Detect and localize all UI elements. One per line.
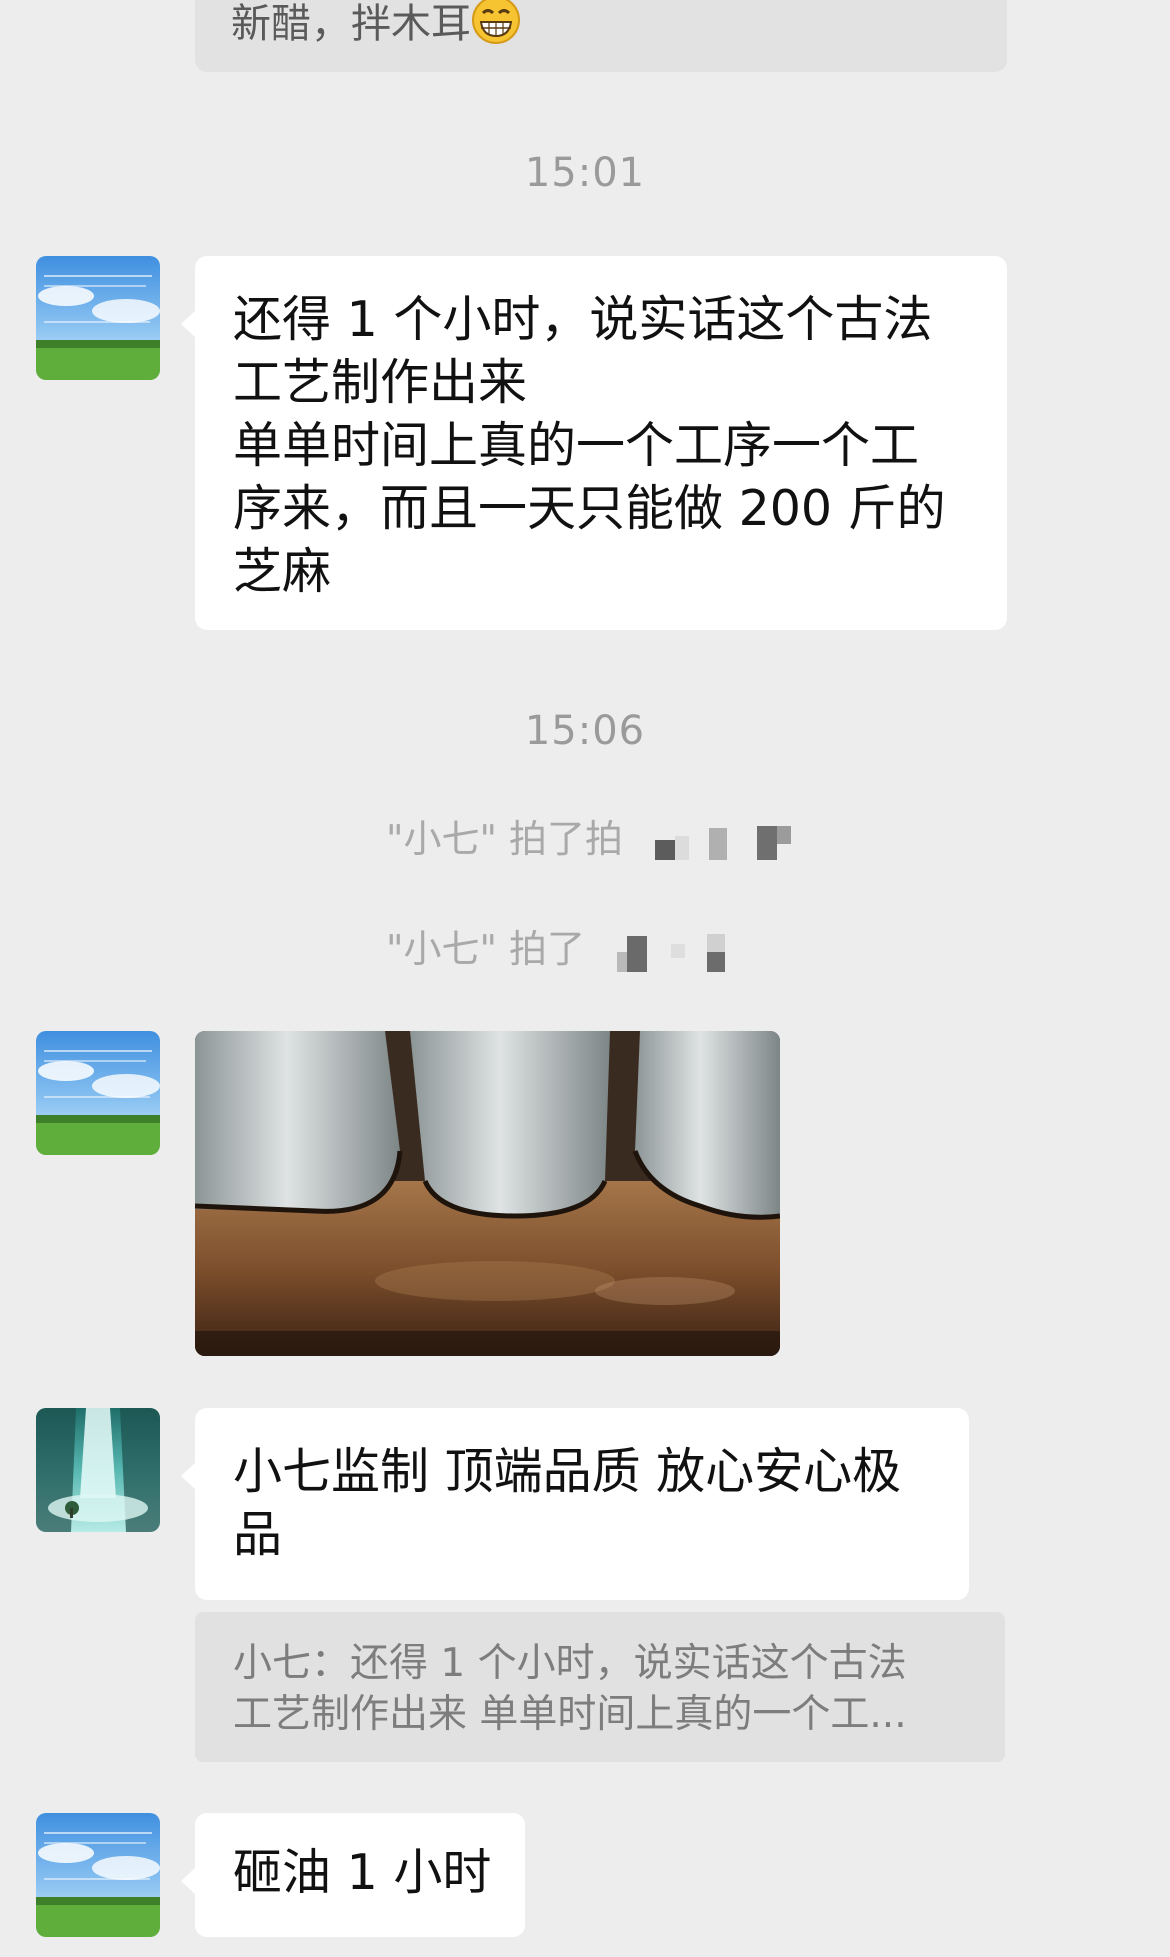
pat-text: "小七" 拍了 bbox=[386, 927, 586, 971]
pat-system-message: "小七" 拍了 bbox=[386, 918, 757, 974]
message-line: 小七监制 顶端品质 放心安心极 bbox=[233, 1443, 902, 1500]
sky-field-avatar-icon[interactable] bbox=[36, 256, 160, 380]
mosaic-blur bbox=[625, 820, 795, 864]
quote-line: 小七：还得 1 个小时，说实话这个古法 bbox=[233, 1641, 907, 1686]
waterfall-avatar-icon[interactable] bbox=[36, 1408, 160, 1532]
timestamp: 15:01 bbox=[524, 150, 646, 196]
message-line: 单单时间上真的一个工序一个工 bbox=[233, 417, 920, 474]
message-line: 芝麻 bbox=[233, 543, 332, 600]
quote-line: 工艺制作出来 单单时间上真的一个工... bbox=[233, 1692, 907, 1737]
message-text: 新醋，拌木耳 bbox=[231, 1, 471, 47]
sesame-oil-pots-photo[interactable] bbox=[195, 1031, 780, 1356]
timestamp: 15:06 bbox=[524, 708, 646, 754]
sky-field-avatar-icon[interactable] bbox=[36, 1031, 160, 1155]
pat-text: "小七" 拍了拍 bbox=[386, 817, 624, 861]
message-bubble[interactable]: 小七监制 顶端品质 放心安心极 品 bbox=[181, 1408, 969, 1600]
message-line: 品 bbox=[233, 1506, 283, 1563]
message-line: 还得 1 个小时，说实话这个古法 bbox=[233, 291, 933, 348]
message-line: 砸油 1 小时 bbox=[233, 1844, 492, 1901]
sky-field-avatar-icon[interactable] bbox=[36, 1813, 160, 1937]
grin-emoji-icon bbox=[471, 0, 521, 45]
message-bubble[interactable]: 还得 1 个小时，说实话这个古法 工艺制作出来 单单时间上真的一个工序一个工 序… bbox=[181, 256, 1007, 630]
pat-system-message: "小七" 拍了拍 bbox=[386, 808, 795, 864]
quoted-message[interactable]: 小七：还得 1 个小时，说实话这个古法 工艺制作出来 单单时间上真的一个工... bbox=[195, 1612, 1005, 1762]
message-bubble[interactable]: 砸油 1 小时 bbox=[181, 1813, 525, 1937]
message-bubble-partial[interactable]: 新醋，拌木耳 bbox=[195, 0, 1007, 72]
mosaic-blur bbox=[587, 930, 757, 974]
message-line: 工艺制作出来 bbox=[233, 354, 528, 411]
message-line: 序来，而且一天只能做 200 斤的 bbox=[233, 480, 946, 537]
